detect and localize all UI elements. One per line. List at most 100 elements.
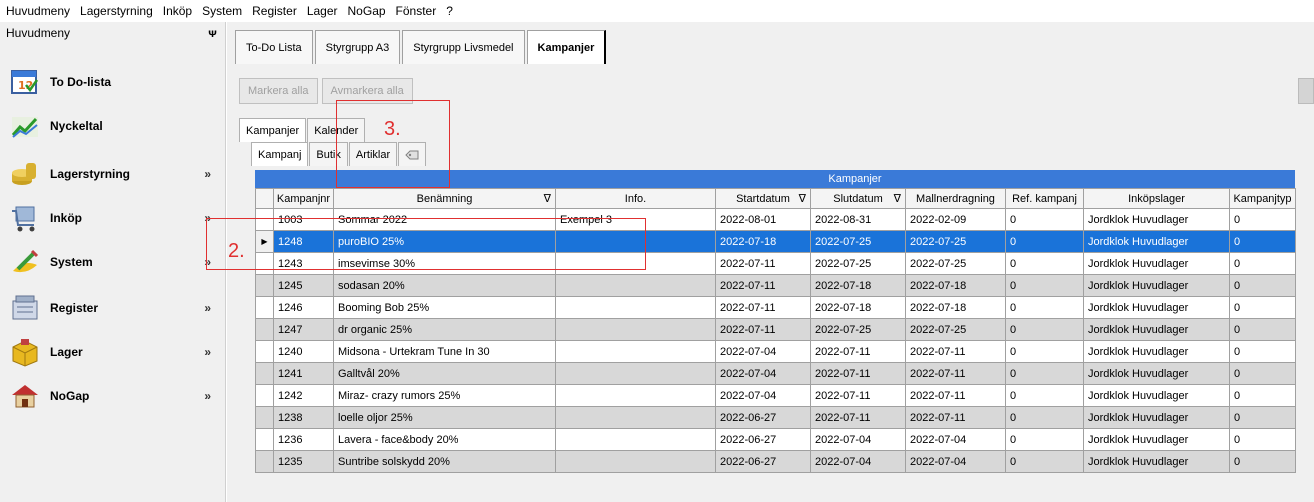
column-header[interactable]: Slutdatum ∇ — [810, 188, 906, 209]
column-header[interactable]: Inköpslager — [1083, 188, 1230, 209]
table-cell[interactable]: 2022-06-27 — [715, 450, 811, 473]
table-cell[interactable]: 1247 — [273, 318, 334, 341]
table-cell[interactable]: Galltvål 20% — [333, 362, 556, 385]
table-row[interactable]: 1241 Galltvål 20% 2022-07-04 2022-07-11 2022… — [255, 362, 1296, 385]
table-cell[interactable]: 1241 — [273, 362, 334, 385]
sidebar-item-system[interactable]: System » — [0, 240, 225, 284]
column-header[interactable]: Info. — [555, 188, 716, 209]
table-cell[interactable] — [555, 384, 716, 407]
sidebar-item-register[interactable]: Register » — [0, 286, 225, 330]
row-selector[interactable] — [255, 340, 274, 363]
table-cell[interactable]: 1240 — [273, 340, 334, 363]
table-cell[interactable]: 0 — [1229, 318, 1296, 341]
row-selector[interactable] — [255, 296, 274, 319]
table-cell[interactable]: Jordklok Huvudlager — [1083, 450, 1230, 473]
table-cell[interactable]: 0 — [1229, 230, 1296, 253]
row-selector[interactable] — [255, 318, 274, 341]
row-selector[interactable] — [255, 274, 274, 297]
table-cell[interactable]: 0 — [1005, 274, 1084, 297]
table-row[interactable]: 1242 Miraz- crazy rumors 25% 2022-07-04 202… — [255, 384, 1296, 407]
tab-kampanjer[interactable]: Kampanjer — [526, 30, 607, 64]
column-header[interactable]: Ref. kampanj — [1005, 188, 1084, 209]
row-selector[interactable] — [255, 428, 274, 451]
menu-lagerstyrning[interactable]: Lagerstyrning — [80, 0, 153, 22]
row-selector[interactable] — [255, 450, 274, 473]
column-header[interactable]: Startdatum ∇ — [715, 188, 811, 209]
scrollbar[interactable] — [1298, 78, 1314, 104]
table-cell[interactable] — [555, 296, 716, 319]
table-cell[interactable]: 0 — [1005, 428, 1084, 451]
column-header[interactable]: Kampanjtyp — [1229, 188, 1296, 209]
tab-kampanj[interactable]: Kampanj — [251, 142, 309, 166]
table-cell[interactable]: 0 — [1005, 362, 1084, 385]
table-cell[interactable]: 1238 — [273, 406, 334, 429]
table-cell[interactable]: Suntribe solskydd 20% — [333, 450, 556, 473]
table-cell[interactable]: 0 — [1005, 230, 1084, 253]
table-cell[interactable]: Miraz- crazy rumors 25% — [333, 384, 556, 407]
table-cell[interactable]: Jordklok Huvudlager — [1083, 208, 1230, 231]
table-cell[interactable]: 0 — [1005, 208, 1084, 231]
table-cell[interactable]: loelle oljor 25% — [333, 406, 556, 429]
table-cell[interactable]: 0 — [1229, 384, 1296, 407]
table-cell[interactable]: Lavera - face&body 20% — [333, 428, 556, 451]
table-cell[interactable]: 2022-07-25 — [905, 230, 1006, 253]
sidebar-item-inkop[interactable]: Inköp » — [0, 196, 225, 240]
table-cell[interactable]: 0 — [1005, 384, 1084, 407]
menu-nogap[interactable]: NoGap — [348, 0, 386, 22]
table-cell[interactable]: 2022-07-25 — [905, 252, 1006, 275]
table-cell[interactable] — [555, 450, 716, 473]
table-row[interactable]: 1235 Suntribe solskydd 20% 2022-06-27 2022-… — [255, 450, 1296, 473]
table-cell[interactable]: 0 — [1229, 252, 1296, 275]
table-cell[interactable]: 2022-07-04 — [715, 362, 811, 385]
table-cell[interactable]: 2022-07-25 — [810, 318, 906, 341]
table-cell[interactable]: 2022-07-11 — [905, 384, 1006, 407]
sidebar-item-lagerstyrning[interactable]: Lagerstyrning » — [0, 152, 225, 196]
table-cell[interactable]: Midsona - Urtekram Tune In 30 — [333, 340, 556, 363]
table-cell[interactable]: Jordklok Huvudlager — [1083, 230, 1230, 253]
table-cell[interactable]: 1236 — [273, 428, 334, 451]
menu-help[interactable]: ? — [446, 0, 453, 22]
table-cell[interactable]: 2022-02-09 — [905, 208, 1006, 231]
row-selector[interactable] — [255, 384, 274, 407]
table-cell[interactable]: 0 — [1229, 296, 1296, 319]
table-cell[interactable]: 2022-07-11 — [905, 406, 1006, 429]
table-cell[interactable]: 1246 — [273, 296, 334, 319]
table-cell[interactable]: 2022-07-25 — [905, 318, 1006, 341]
table-cell[interactable]: 0 — [1229, 406, 1296, 429]
table-cell[interactable]: 2022-07-04 — [715, 384, 811, 407]
table-cell[interactable]: 2022-07-11 — [715, 318, 811, 341]
table-cell[interactable]: 0 — [1005, 252, 1084, 275]
chevron-down-icon[interactable]: » — [204, 389, 211, 403]
table-cell[interactable]: 2022-08-01 — [715, 208, 811, 231]
chevron-down-icon[interactable]: » — [204, 345, 211, 359]
table-cell[interactable]: 1242 — [273, 384, 334, 407]
table-cell[interactable]: 2022-06-27 — [715, 406, 811, 429]
sidebar-item-todo[interactable]: 12 To Do-lista — [0, 60, 225, 104]
table-cell[interactable]: 0 — [1005, 296, 1084, 319]
table-cell[interactable] — [555, 274, 716, 297]
table-cell[interactable]: 0 — [1229, 428, 1296, 451]
table-cell[interactable]: 2022-07-11 — [715, 296, 811, 319]
column-header[interactable]: Kampanjnr — [273, 188, 334, 209]
column-header[interactable]: Mallnerdragning — [905, 188, 1006, 209]
table-cell[interactable] — [555, 318, 716, 341]
sidebar-item-nogap[interactable]: NoGap » — [0, 374, 225, 418]
table-cell[interactable]: 2022-07-18 — [715, 230, 811, 253]
table-cell[interactable]: Jordklok Huvudlager — [1083, 406, 1230, 429]
table-cell[interactable]: dr organic 25% — [333, 318, 556, 341]
table-cell[interactable]: 2022-07-18 — [810, 296, 906, 319]
table-cell[interactable]: sodasan 20% — [333, 274, 556, 297]
table-cell[interactable]: 0 — [1005, 318, 1084, 341]
sidebar-item-lager[interactable]: Lager » — [0, 330, 225, 374]
table-cell[interactable]: 2022-07-11 — [715, 274, 811, 297]
menu-register[interactable]: Register — [252, 0, 297, 22]
chevron-down-icon[interactable]: » — [204, 301, 211, 315]
table-cell[interactable]: 2022-07-18 — [905, 296, 1006, 319]
table-cell[interactable] — [555, 406, 716, 429]
table-cell[interactable]: 2022-07-04 — [810, 428, 906, 451]
table-cell[interactable]: 0 — [1229, 340, 1296, 363]
table-cell[interactable]: 2022-07-04 — [905, 450, 1006, 473]
table-cell[interactable]: 2022-07-25 — [810, 230, 906, 253]
table-cell[interactable]: 0 — [1229, 274, 1296, 297]
table-cell[interactable]: 0 — [1229, 450, 1296, 473]
